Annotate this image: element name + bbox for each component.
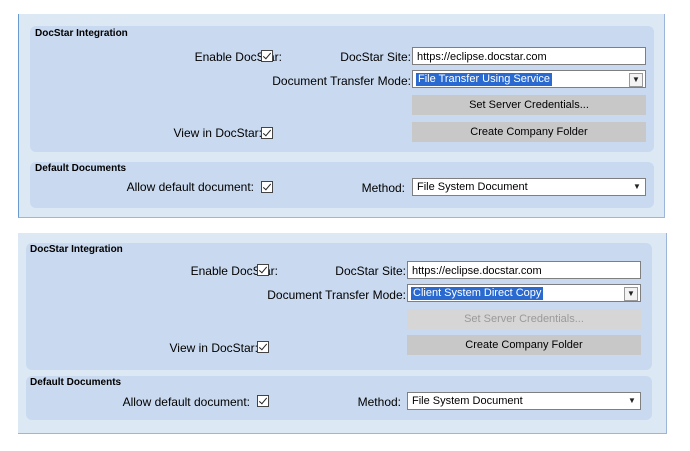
view-in-docstar-checkbox[interactable] bbox=[257, 341, 269, 353]
create-company-folder-button[interactable]: Create Company Folder bbox=[407, 335, 641, 355]
enable-docstar-checkbox[interactable] bbox=[257, 264, 269, 276]
chevron-down-icon: ▼ bbox=[633, 182, 641, 191]
view-in-docstar-label: View in DocStar: bbox=[169, 341, 258, 355]
allow-default-document-checkbox[interactable] bbox=[257, 395, 269, 407]
docstar-site-input[interactable]: https://eclipse.docstar.com bbox=[407, 261, 641, 279]
document-transfer-mode-value: File Transfer Using Service bbox=[416, 73, 553, 86]
enable-docstar-checkbox[interactable] bbox=[261, 50, 273, 62]
method-value: File System Document bbox=[412, 395, 523, 407]
docstar-integration-title: DocStar Integration bbox=[35, 28, 128, 39]
create-company-folder-button[interactable]: Create Company Folder bbox=[412, 122, 646, 142]
allow-default-document-label: Allow default document: bbox=[122, 395, 250, 409]
chevron-down-icon: ▼ bbox=[624, 287, 638, 301]
docstar-site-input[interactable]: https://eclipse.docstar.com bbox=[412, 47, 646, 65]
document-transfer-mode-label: Document Transfer Mode: bbox=[272, 74, 411, 88]
document-transfer-mode-select[interactable]: Client System Direct Copy ▼ bbox=[407, 284, 641, 302]
document-transfer-mode-label: Document Transfer Mode: bbox=[267, 288, 406, 302]
default-documents-title: Default Documents bbox=[30, 377, 122, 388]
allow-default-document-checkbox[interactable] bbox=[261, 181, 273, 193]
document-transfer-mode-value: Client System Direct Copy bbox=[411, 287, 544, 300]
set-server-credentials-button[interactable]: Set Server Credentials... bbox=[407, 309, 641, 329]
chevron-down-icon: ▼ bbox=[629, 73, 643, 87]
settings-panel-direct-copy-mode: DocStar Integration Enable DocStar: DocS… bbox=[18, 233, 667, 434]
method-value: File System Document bbox=[417, 181, 528, 193]
method-select[interactable]: File System Document ▼ bbox=[412, 178, 646, 196]
allow-default-document-label: Allow default document: bbox=[126, 180, 254, 194]
view-in-docstar-label: View in DocStar: bbox=[173, 126, 262, 140]
method-select[interactable]: File System Document ▼ bbox=[407, 392, 641, 410]
view-in-docstar-checkbox[interactable] bbox=[261, 127, 273, 139]
docstar-site-label: DocStar Site: bbox=[340, 50, 411, 64]
set-server-credentials-button[interactable]: Set Server Credentials... bbox=[412, 95, 646, 115]
docstar-integration-title: DocStar Integration bbox=[30, 244, 123, 255]
settings-panel-service-mode: DocStar Integration Enable DocStar: DocS… bbox=[18, 14, 665, 218]
chevron-down-icon: ▼ bbox=[628, 396, 636, 405]
default-documents-title: Default Documents bbox=[35, 163, 127, 174]
docstar-site-label: DocStar Site: bbox=[335, 264, 406, 278]
method-label: Method: bbox=[357, 395, 401, 409]
method-label: Method: bbox=[361, 181, 405, 195]
document-transfer-mode-select[interactable]: File Transfer Using Service ▼ bbox=[412, 70, 646, 88]
